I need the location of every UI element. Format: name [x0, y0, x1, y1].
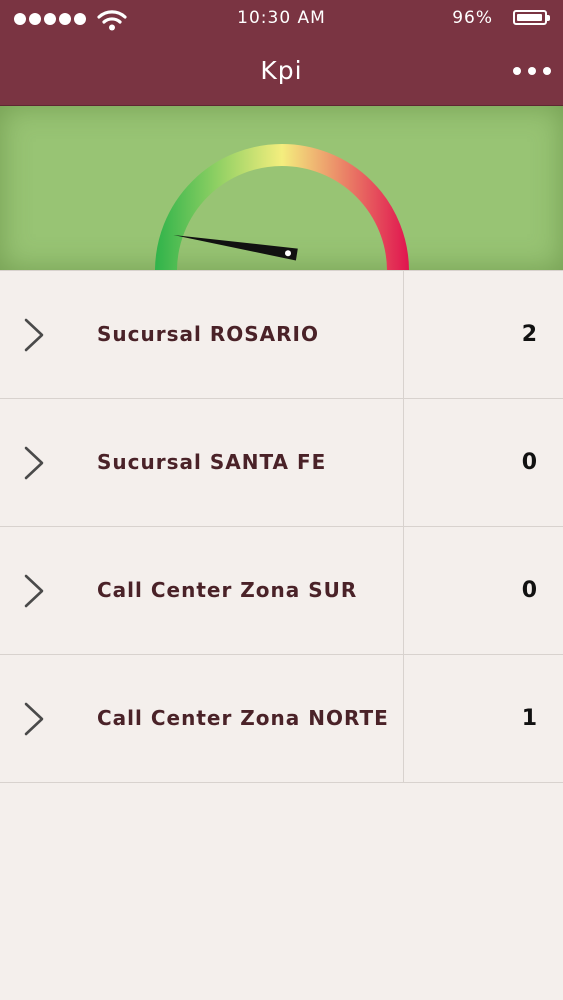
app-header: 10:30 AM 96% Kpi — [0, 0, 563, 106]
more-horizontal-icon — [528, 67, 536, 75]
battery-icon — [513, 10, 550, 25]
kpi-row-label: Sucursal ROSARIO — [97, 322, 319, 346]
kpi-row-label-cell: Call Center Zona NORTE — [0, 655, 404, 782]
kpi-row-label: Call Center Zona SUR — [97, 578, 358, 602]
kpi-row-label-cell: Sucursal SANTA FE — [0, 399, 404, 526]
more-horizontal-icon — [513, 67, 521, 75]
gauge-needle — [173, 235, 298, 261]
kpi-gauge-panel — [0, 106, 563, 270]
status-bar: 10:30 AM 96% — [0, 0, 563, 38]
kpi-row-call-center-zona-sur[interactable]: Call Center Zona SUR 0 — [0, 527, 563, 655]
kpi-row-value: 0 — [521, 578, 537, 603]
chevron-right-icon — [24, 702, 44, 736]
kpi-row-label-cell: Call Center Zona SUR — [0, 527, 404, 654]
kpi-row-label: Call Center Zona NORTE — [97, 706, 389, 730]
kpi-row-sucursal-santa-fe[interactable]: Sucursal SANTA FE 0 — [0, 399, 563, 527]
kpi-row-value: 2 — [521, 322, 537, 347]
kpi-list: Sucursal ROSARIO 2 Sucursal SANTA FE 0 C… — [0, 270, 563, 783]
chevron-right-icon — [24, 446, 44, 480]
chevron-right-icon — [24, 318, 44, 352]
battery-nub — [547, 15, 550, 21]
kpi-row-call-center-zona-norte[interactable]: Call Center Zona NORTE 1 — [0, 655, 563, 783]
more-horizontal-icon — [543, 67, 551, 75]
chevron-right-icon — [24, 574, 44, 608]
kpi-row-label-cell: Sucursal ROSARIO — [0, 271, 404, 398]
more-options-button[interactable] — [513, 62, 551, 80]
kpi-row-sucursal-rosario[interactable]: Sucursal ROSARIO 2 — [0, 271, 563, 399]
kpi-row-value: 0 — [521, 450, 537, 475]
page-title: Kpi — [260, 56, 303, 85]
gauge — [155, 144, 409, 270]
kpi-row-value: 1 — [521, 706, 537, 731]
kpi-row-label: Sucursal SANTA FE — [97, 450, 327, 474]
battery-percent: 96% — [452, 8, 493, 28]
gauge-hub-dot — [285, 250, 291, 257]
battery-fill — [517, 14, 542, 21]
